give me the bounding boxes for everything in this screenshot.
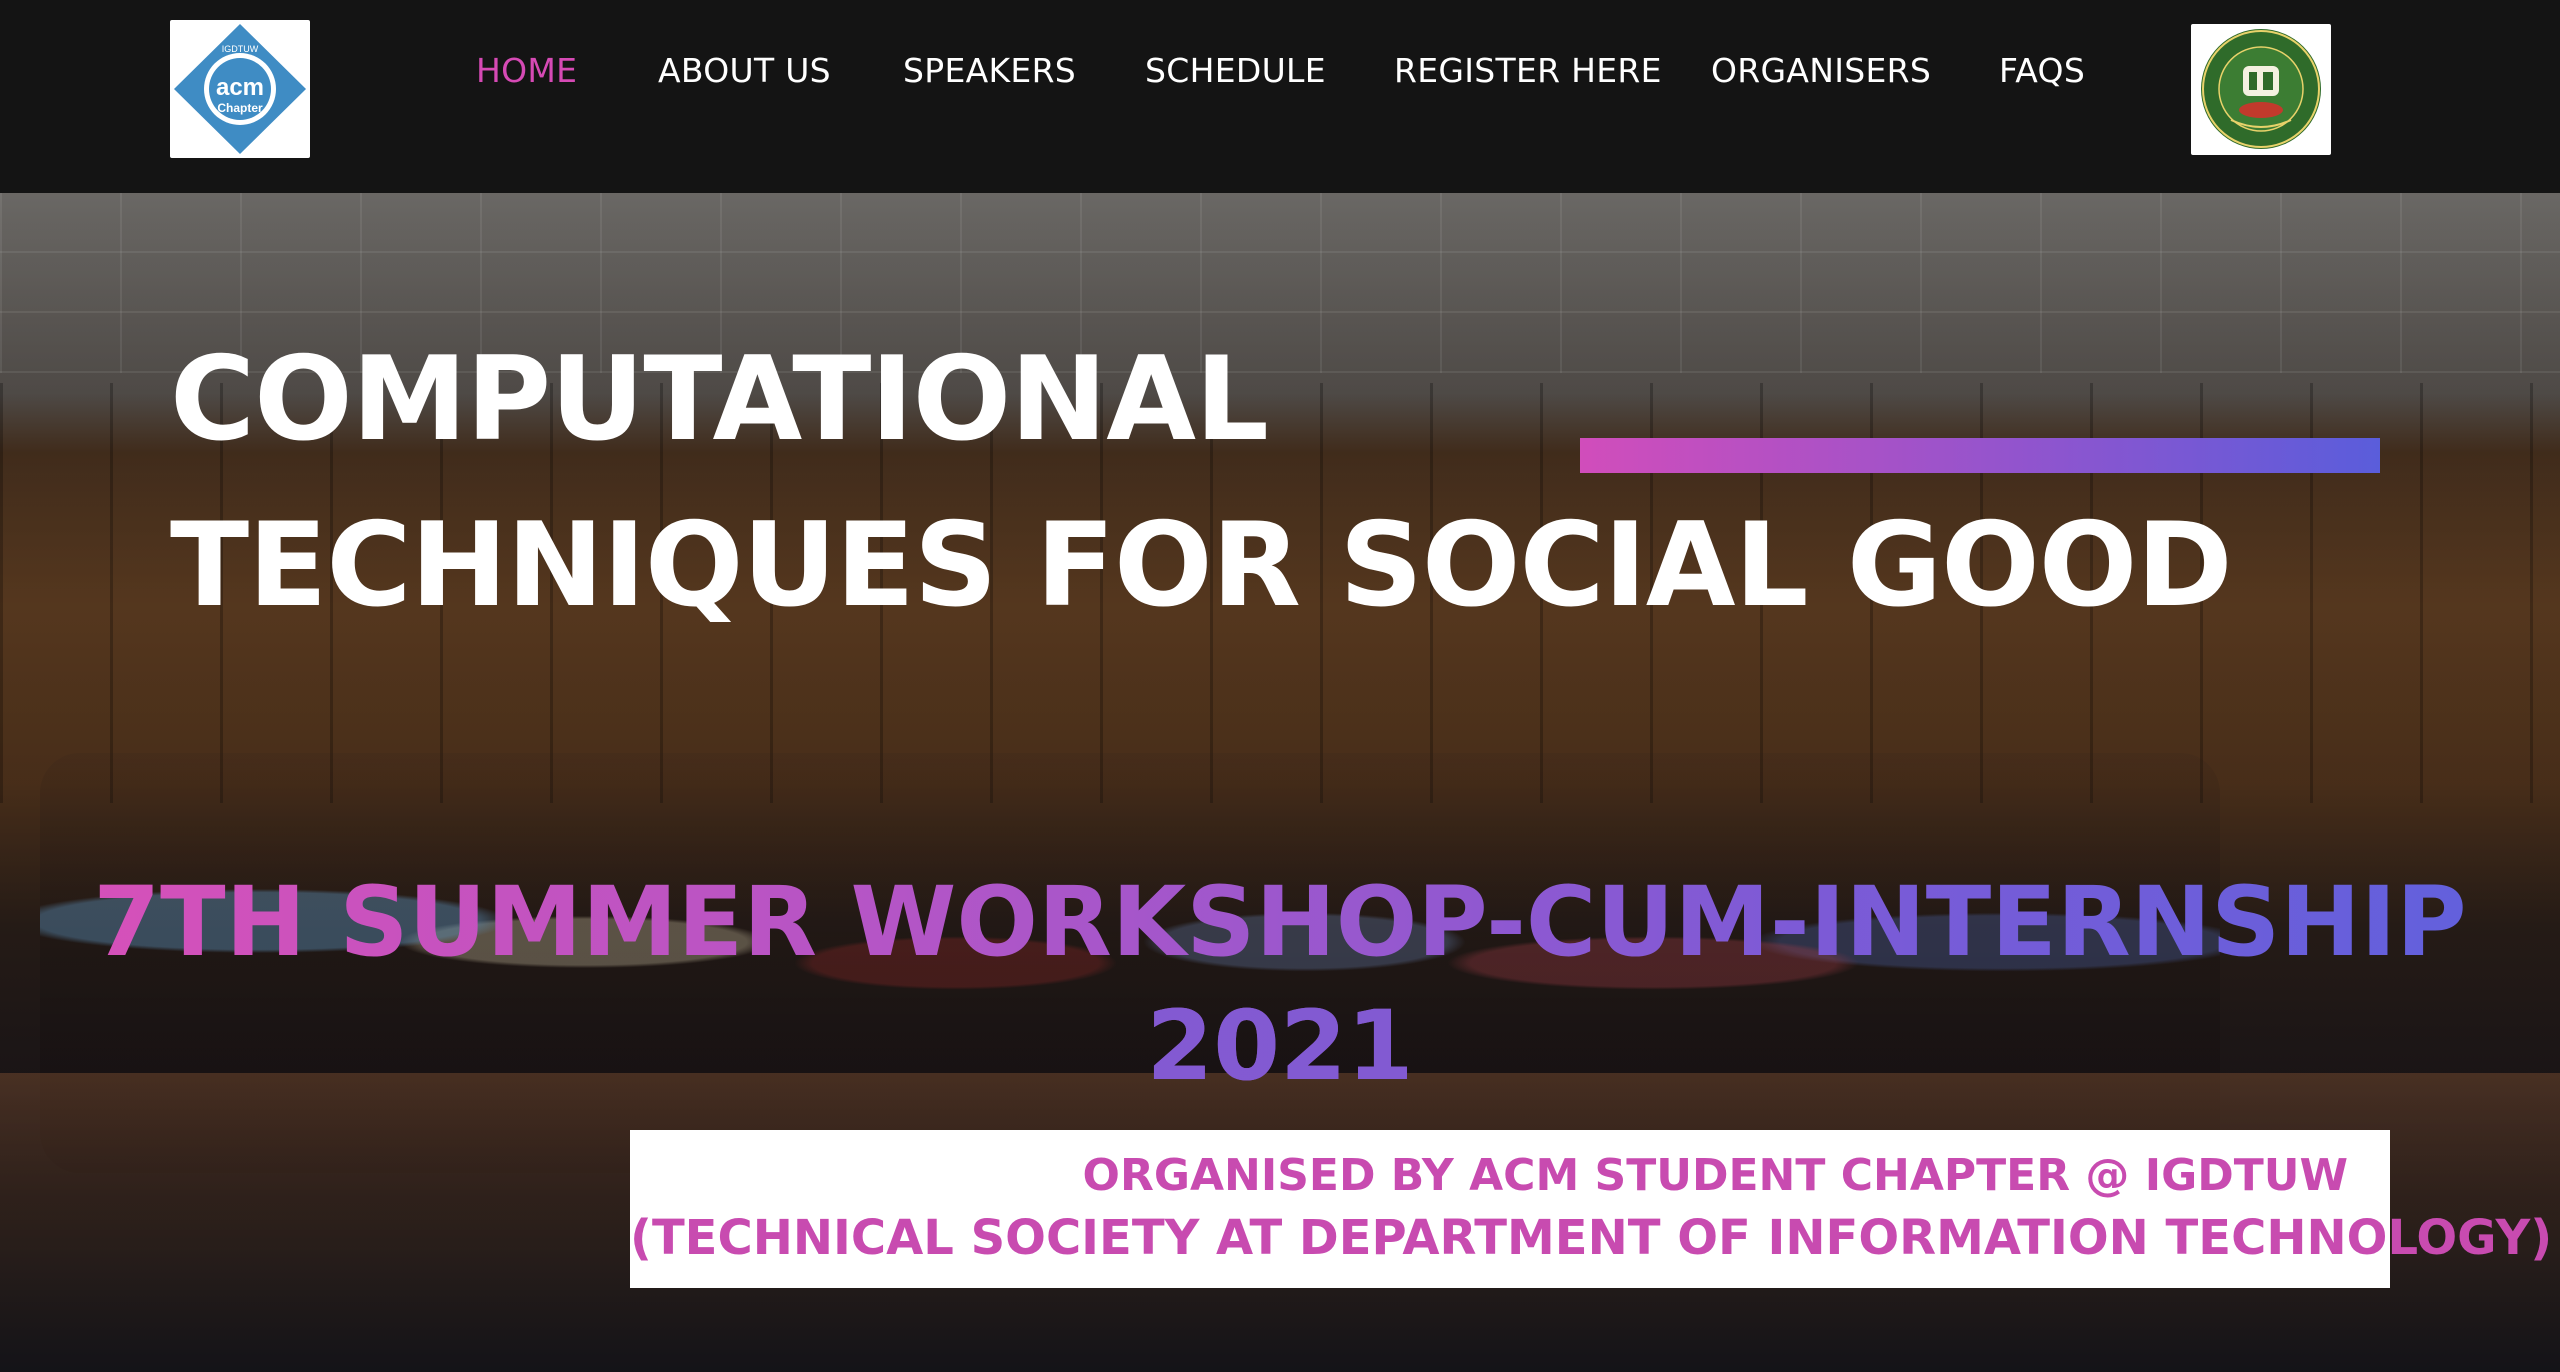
organiser-line-2: (TECHNICAL SOCIETY AT DEPARTMENT OF INFO… — [630, 1210, 2553, 1266]
nav-speakers[interactable]: SPEAKERS — [903, 51, 1076, 91]
university-seal-icon — [2201, 29, 2321, 149]
nav-organisers[interactable]: ORGANISERS — [1711, 51, 1931, 91]
nav-about-us[interactable]: ABOUT US — [658, 51, 831, 91]
organiser-banner: ORGANISED BY ACM STUDENT CHAPTER @ IGDTU… — [630, 1130, 2553, 1288]
main-navigation: HOME ABOUT US SPEAKERS SCHEDULE REGISTER… — [0, 0, 2560, 144]
nav-faqs[interactable]: FAQS — [1999, 51, 2085, 91]
organiser-line-1: ORGANISED BY ACM STUDENT CHAPTER @ IGDTU… — [1082, 1150, 2348, 1201]
hero-subtitle-year: 2021 — [0, 984, 2560, 1108]
hero-title: COMPUTATIONAL TECHNIQUES FOR SOCIAL GOOD — [170, 317, 2270, 649]
hero-subtitle: 7TH SUMMER WORKSHOP-CUM-INTERNSHIP 2021 — [0, 860, 2560, 1108]
gradient-accent-bar — [1580, 438, 2380, 473]
hero-subtitle-line-1: 7TH SUMMER WORKSHOP-CUM-INTERNSHIP — [93, 866, 2467, 978]
hero-title-line-2: TECHNIQUES FOR SOCIAL GOOD — [170, 498, 2233, 633]
igdtuw-seal-logo[interactable] — [2191, 24, 2331, 155]
nav-schedule[interactable]: SCHEDULE — [1145, 51, 1326, 91]
nav-register-here[interactable]: REGISTER HERE — [1394, 51, 1662, 91]
nav-home[interactable]: HOME — [476, 51, 577, 91]
site-header: IGDTUW acm Chapter HOME ABOUT US SPEAKER… — [0, 0, 2560, 193]
